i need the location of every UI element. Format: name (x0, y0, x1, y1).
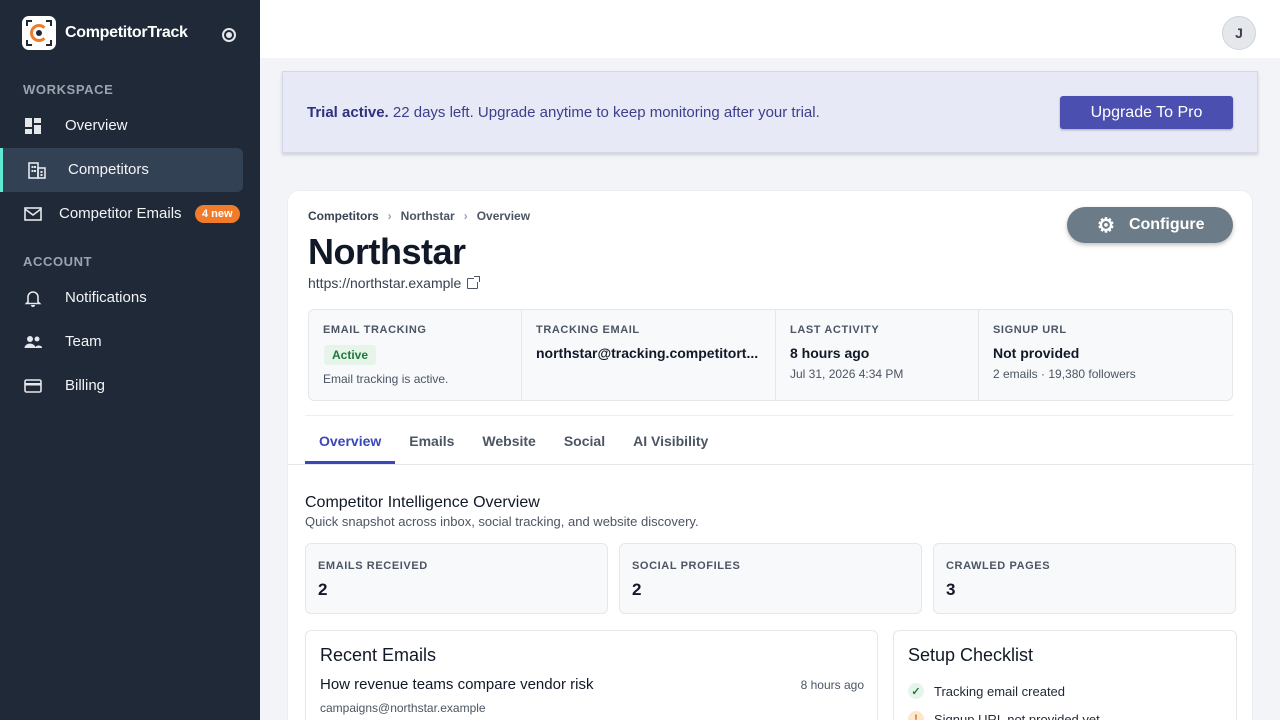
bell-icon (24, 291, 42, 307)
stat-sub: Email tracking is active. (323, 372, 449, 386)
breadcrumb: Competitors › Northstar › Overview (308, 209, 530, 223)
external-link-icon (467, 275, 481, 289)
signup-url-sub: 2 emails · 19,380 followers (993, 367, 1136, 381)
tracking-email-value[interactable]: northstar@tracking.competitort... (536, 345, 758, 361)
sidebar-item-billing[interactable]: Billing (0, 364, 243, 408)
stat-label: EMAIL TRACKING (323, 324, 427, 336)
metric-value: 2 (632, 580, 642, 599)
sidebar-item-overview[interactable]: Overview (0, 104, 243, 148)
last-activity-timestamp: Jul 31, 2026 4:34 PM (790, 367, 904, 381)
stat-label: SIGNUP URL (993, 324, 1067, 336)
account-section-label: ACCOUNT (23, 254, 93, 269)
trial-message: Trial active. 22 days left. Upgrade anyt… (307, 104, 820, 121)
sidebar-item-label: Overview (65, 117, 128, 134)
stat-tracking-email: TRACKING EMAIL northstar@tracking.compet… (522, 310, 776, 400)
trial-banner: Trial active. 22 days left. Upgrade anyt… (282, 71, 1258, 153)
dashboard-icon (25, 118, 41, 134)
sidebar-item-notifications[interactable]: Notifications (0, 276, 243, 320)
last-activity-value: 8 hours ago (790, 345, 870, 361)
theme-toggle-icon[interactable] (222, 28, 236, 42)
topbar: J (260, 0, 1280, 58)
metric-value: 3 (946, 580, 956, 599)
panel-title: Recent Emails (320, 645, 437, 665)
metric-crawled-pages: CRAWLED PAGES 3 (933, 543, 1236, 614)
tab-emails[interactable]: Emails (395, 417, 468, 464)
checklist-label: Signup URL not provided yet (934, 711, 1100, 720)
signup-url-value: Not provided (993, 345, 1080, 361)
trial-details: 22 days left. Upgrade anytime to keep mo… (388, 104, 820, 121)
sidebar-item-label: Competitors (68, 161, 149, 178)
app-logo-icon (22, 16, 56, 50)
stat-signup-url: SIGNUP URL Not provided 2 emails · 19,38… (979, 310, 1232, 400)
metric-label: EMAILS RECEIVED (318, 560, 428, 572)
checklist-item: ! Signup URL not provided yet (908, 711, 1100, 720)
metric-emails-received: EMAILS RECEIVED 2 (305, 543, 608, 614)
tab-overview[interactable]: Overview (305, 417, 396, 464)
new-emails-badge: 4 new (195, 205, 240, 223)
stat-email-tracking: EMAIL TRACKING Active Email tracking is … (309, 310, 522, 400)
sidebar-item-competitor-emails[interactable]: Competitor Emails 4 new (0, 192, 243, 236)
tab-bar: Overview Emails Website Social AI Visibi… (305, 417, 722, 464)
mail-icon (24, 207, 42, 221)
user-avatar[interactable]: J (1222, 16, 1256, 50)
credit-card-icon (24, 379, 42, 393)
divider (288, 464, 1254, 465)
sidebar-item-label: Notifications (65, 289, 147, 306)
status-badge: Active (324, 345, 377, 365)
checklist-item: ✓ Tracking email created (908, 683, 1065, 699)
competitor-url: https://northstar.example (308, 275, 462, 291)
brand[interactable]: CompetitorTrack (22, 16, 188, 50)
stat-last-activity: LAST ACTIVITY 8 hours ago Jul 31, 2026 4… (776, 310, 979, 400)
metric-label: SOCIAL PROFILES (632, 560, 741, 572)
app-name: CompetitorTrack (65, 24, 188, 41)
people-icon (24, 336, 42, 348)
breadcrumb-northstar[interactable]: Northstar (401, 209, 455, 223)
divider (305, 415, 1233, 416)
metric-value: 2 (318, 580, 328, 599)
sidebar-item-competitors[interactable]: Competitors (0, 148, 243, 192)
stat-label: TRACKING EMAIL (536, 324, 640, 336)
gear-icon: ⚙ (1097, 214, 1115, 237)
stat-label: LAST ACTIVITY (790, 324, 880, 336)
email-time: 8 hours ago (800, 678, 864, 692)
upgrade-button[interactable]: Upgrade To Pro (1060, 96, 1233, 129)
competitor-stats: EMAIL TRACKING Active Email tracking is … (308, 309, 1233, 401)
sidebar: CompetitorTrack WORKSPACE Overview Compe… (0, 0, 260, 720)
sidebar-item-team[interactable]: Team (0, 320, 243, 364)
configure-label: Configure (1128, 216, 1205, 233)
page-title: Northstar (308, 231, 466, 272)
tab-social[interactable]: Social (550, 417, 619, 464)
chevron-right-icon: › (387, 209, 392, 223)
chevron-right-icon: › (463, 209, 468, 223)
email-sender: campaigns@northstar.example (320, 701, 486, 715)
sidebar-item-label: Billing (65, 377, 106, 394)
sidebar-item-label: Team (65, 333, 102, 350)
breadcrumb-competitors[interactable]: Competitors (308, 209, 379, 223)
setup-checklist-panel: Setup Checklist ✓ Tracking email created… (893, 630, 1237, 720)
section-title: Competitor Intelligence Overview (305, 494, 540, 511)
competitor-url-link[interactable]: https://northstar.example (308, 275, 481, 291)
metric-social-profiles: SOCIAL PROFILES 2 (619, 543, 922, 614)
competitor-card: Competitors › Northstar › Overview North… (287, 190, 1254, 720)
check-icon: ✓ (908, 683, 924, 699)
recent-emails-panel: Recent Emails How revenue teams compare … (305, 630, 878, 720)
sidebar-item-label: Competitor Emails (59, 205, 182, 222)
warning-icon: ! (908, 711, 924, 720)
panel-title: Setup Checklist (908, 645, 1034, 665)
metric-label: CRAWLED PAGES (946, 560, 1051, 572)
breadcrumb-overview: Overview (476, 209, 531, 223)
configure-button[interactable]: ⚙ Configure (1067, 207, 1233, 243)
section-subtitle: Quick snapshot across inbox, social trac… (305, 514, 699, 529)
tab-website[interactable]: Website (468, 417, 549, 464)
email-subject: How revenue teams compare vendor risk (320, 676, 594, 693)
building-icon (28, 162, 46, 179)
checklist-label: Tracking email created (934, 683, 1066, 699)
workspace-section-label: WORKSPACE (23, 82, 114, 97)
tab-ai-visibility[interactable]: AI Visibility (619, 417, 722, 464)
trial-status: Trial active. (307, 104, 389, 121)
